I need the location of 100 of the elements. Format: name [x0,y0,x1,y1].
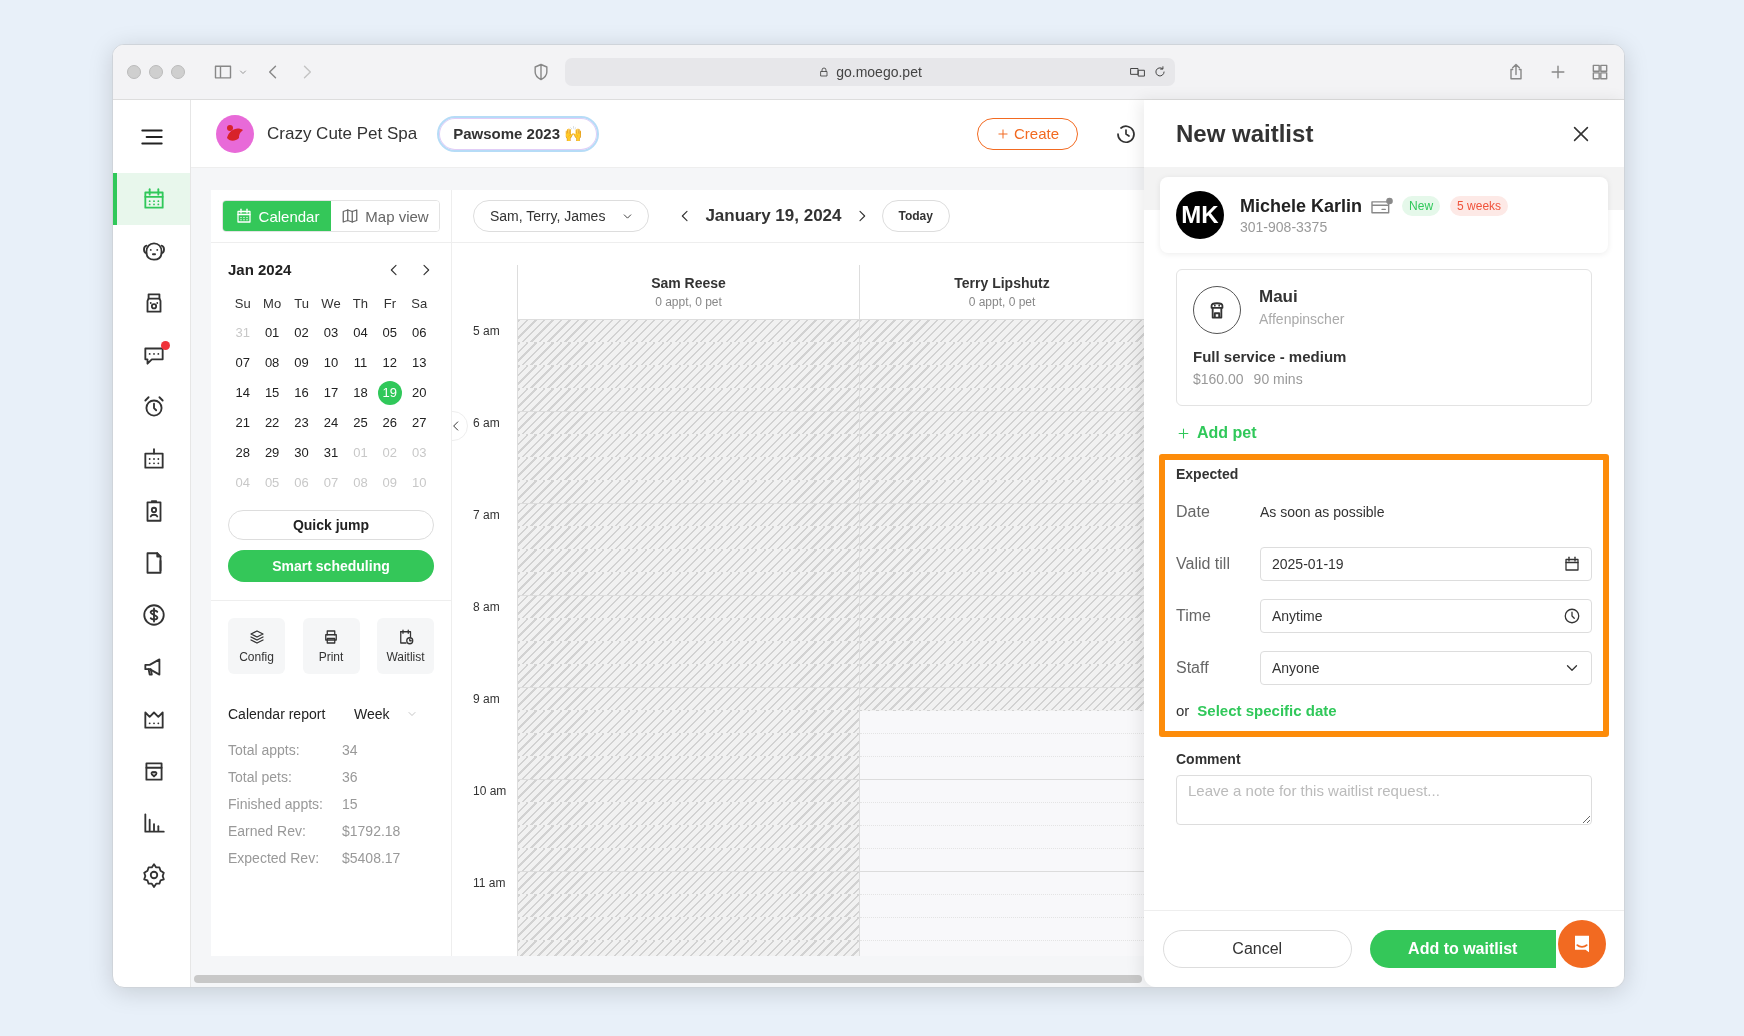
time-slot[interactable] [860,412,1144,435]
tool-button[interactable]: Config [228,618,285,674]
shield-icon[interactable] [531,62,551,82]
time-slot[interactable] [518,688,859,711]
quick-jump-button[interactable]: Quick jump [228,510,434,540]
calendar-day[interactable]: 21 [230,411,255,435]
minimize-window-button[interactable] [149,65,163,79]
translate-icon[interactable] [1129,65,1147,79]
time-slot[interactable] [518,481,859,504]
calendar-day[interactable]: 17 [319,381,343,405]
time-slot[interactable] [518,320,859,343]
calendar-day[interactable]: 13 [407,351,432,375]
input-field[interactable]: 2025-01-19 [1260,547,1592,581]
period-dropdown[interactable]: Week [354,706,390,722]
tool-button[interactable]: Waitlist [377,618,434,674]
calendar-day[interactable]: 10 [319,351,343,375]
scrollbar[interactable] [194,975,1142,983]
time-slot[interactable] [518,527,859,550]
calendar-day[interactable]: 23 [289,411,314,435]
calendar-day[interactable]: 16 [289,381,314,405]
time-slot[interactable] [860,320,1144,343]
calendar-day[interactable]: 29 [260,441,285,465]
time-slot[interactable] [518,619,859,642]
calendar-day[interactable]: 18 [348,381,373,405]
time-slot[interactable] [518,872,859,895]
input-field[interactable]: Anytime [1260,599,1592,633]
time-slot[interactable] [518,826,859,849]
time-slot[interactable] [860,527,1144,550]
calendar-day[interactable]: 24 [319,411,343,435]
time-slot[interactable] [860,780,1144,803]
time-slot[interactable] [518,849,859,872]
time-slot[interactable] [860,619,1144,642]
input-field[interactable]: Anyone [1260,651,1592,685]
time-slot[interactable] [518,803,859,826]
time-slot[interactable] [860,343,1144,366]
time-slot[interactable] [860,389,1144,412]
time-slot[interactable] [518,895,859,918]
time-slot[interactable] [860,366,1144,389]
cancel-button[interactable]: Cancel [1163,930,1352,968]
time-slot[interactable] [518,389,859,412]
chat-widget-button[interactable] [1558,920,1606,968]
zoom-window-button[interactable] [171,65,185,79]
time-slot[interactable] [518,665,859,688]
time-slot[interactable] [860,849,1144,872]
time-slot[interactable] [518,458,859,481]
time-slot[interactable] [860,711,1144,734]
time-slot[interactable] [860,573,1144,596]
time-slot[interactable] [860,803,1144,826]
calendar-day[interactable]: 05 [377,321,402,345]
time-slot[interactable] [518,642,859,665]
time-slot[interactable] [518,504,859,527]
time-slot[interactable] [860,458,1144,481]
calendar-day[interactable]: 09 [289,351,314,375]
calendar-day[interactable]: 15 [260,381,285,405]
today-button[interactable]: Today [881,200,950,232]
time-slot[interactable] [860,872,1144,895]
comment-field[interactable]: Leave a note for this waitlist request... [1176,775,1592,825]
calendar-day[interactable]: 26 [377,411,402,435]
time-slot[interactable] [518,343,859,366]
time-slot[interactable] [518,734,859,757]
calendar-day[interactable]: 07 [230,351,255,375]
close-window-button[interactable] [127,65,141,79]
calendar-day[interactable]: 28 [230,441,255,465]
time-slot[interactable] [518,757,859,780]
time-slot[interactable] [518,412,859,435]
staff-filter-dropdown[interactable]: Sam, Terry, James [473,200,650,232]
time-slot[interactable] [518,550,859,573]
time-slot[interactable] [518,780,859,803]
calendar-day[interactable]: 11 [348,351,373,375]
calendar-day[interactable]: 04 [348,321,373,345]
time-slot[interactable] [860,550,1144,573]
reload-icon[interactable] [1153,65,1167,79]
time-slot[interactable] [518,573,859,596]
calendar-day[interactable]: 02 [289,321,314,345]
time-slot[interactable] [860,435,1144,458]
time-slot[interactable] [860,481,1144,504]
time-slot[interactable] [518,366,859,389]
calendar-day[interactable]: 25 [348,411,373,435]
calendar-day[interactable]: 27 [407,411,432,435]
time-slot[interactable] [518,596,859,619]
time-slot[interactable] [860,596,1144,619]
address-bar[interactable]: go.moego.pet [565,58,1175,86]
calendar-day[interactable]: 20 [407,381,432,405]
time-slot[interactable] [860,688,1144,711]
time-slot[interactable] [860,826,1144,849]
time-slot[interactable] [860,757,1144,780]
time-slot[interactable] [860,504,1144,527]
time-slot[interactable] [518,918,859,941]
tool-button[interactable]: Print [302,618,360,674]
calendar-day[interactable]: 08 [260,351,285,375]
time-slot[interactable] [860,734,1144,757]
calendar-day[interactable]: 01 [260,321,285,345]
calendar-day[interactable]: 30 [289,441,314,465]
sidebar-toggle-icon[interactable] [213,62,233,82]
tab-overview-icon[interactable] [1590,62,1610,82]
calendar-day[interactable]: 12 [377,351,402,375]
calendar-day[interactable]: 14 [230,381,255,405]
calendar-day[interactable]: 22 [260,411,285,435]
time-slot[interactable] [860,642,1144,665]
calendar-day[interactable]: 06 [407,321,432,345]
